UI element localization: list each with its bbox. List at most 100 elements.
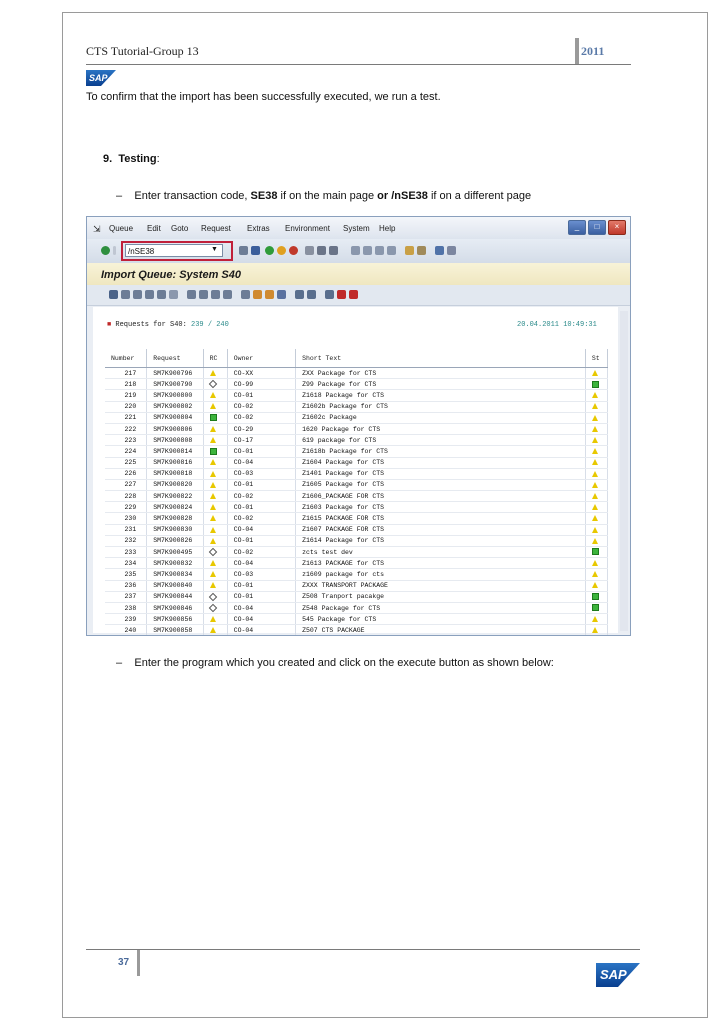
export-icon[interactable] xyxy=(325,290,334,299)
row-rc xyxy=(203,479,228,492)
menu-environment[interactable]: Environment xyxy=(285,224,330,233)
sort-icon[interactable] xyxy=(157,290,166,299)
menu-goto[interactable]: Goto xyxy=(171,224,188,233)
pdf-icon[interactable] xyxy=(349,290,358,299)
back-nav-icon[interactable] xyxy=(265,246,274,255)
list-icon[interactable] xyxy=(295,290,304,299)
enter-icon[interactable] xyxy=(101,246,110,255)
layout-menu-icon[interactable] xyxy=(447,246,456,255)
last-page-icon[interactable] xyxy=(387,246,396,255)
import-icon[interactable] xyxy=(187,290,196,299)
col-request[interactable]: Request xyxy=(146,349,204,368)
table-row[interactable]: 222 SM7K900806 CO-29 1620 Package for CTS xyxy=(105,423,609,436)
table-row[interactable]: 227 SM7K900820 CO-01 Z1605 Package for CTS xyxy=(105,479,609,492)
table-row[interactable]: 223 SM7K900808 CO-17 619 package for CTS xyxy=(105,434,609,447)
previous-page-icon[interactable] xyxy=(363,246,372,255)
lock-icon[interactable] xyxy=(241,290,250,299)
warning-icon xyxy=(591,425,598,432)
find-icon[interactable] xyxy=(317,246,326,255)
truck-icon[interactable] xyxy=(253,290,262,299)
warning-icon xyxy=(591,571,598,578)
table-row[interactable]: 237 SM7K900844 CO-01 Z508 Tranport pacakge xyxy=(105,591,609,603)
zoom-icon[interactable] xyxy=(145,290,154,299)
table-row[interactable]: 240 SM7K900858 CO-04 Z507 CTS PACKAGE xyxy=(105,624,609,635)
logs-icon[interactable] xyxy=(211,290,220,299)
menu-queue[interactable]: Queue xyxy=(109,224,133,233)
table-row[interactable]: 231 SM7K900830 CO-04 Z1607 PACKAGE FOR CTS xyxy=(105,524,609,536)
table-row[interactable]: 225 SM7K900816 CO-04 Z1604 Package for CTS xyxy=(105,457,609,469)
find-next-icon[interactable] xyxy=(329,246,338,255)
row-rc xyxy=(203,591,228,603)
table-row[interactable]: 224 SM7K900814 CO-01 Z1618b Package for CTS xyxy=(105,445,609,458)
menu-exit-icon[interactable]: ⇲ xyxy=(93,224,101,235)
save-icon[interactable] xyxy=(251,246,260,255)
table-row[interactable]: 235 SM7K900834 CO-03 z1609 package for cts xyxy=(105,568,609,581)
help-icon[interactable] xyxy=(435,246,444,255)
table-row[interactable]: 217 SM7K900796 CO-XX ZXX Package for CTS xyxy=(105,367,609,380)
row-request: SM7K900818 xyxy=(146,468,204,480)
menu-request[interactable]: Request xyxy=(201,224,231,233)
row-request: SM7K900828 xyxy=(146,512,204,525)
col-short-text[interactable]: Short Text xyxy=(295,349,586,368)
menu-system[interactable]: System xyxy=(343,224,370,233)
details-icon[interactable] xyxy=(199,290,208,299)
close-icon[interactable]: × xyxy=(608,220,626,235)
table-row[interactable]: 233 SM7K900495 CO-02 zcts test dev xyxy=(105,546,609,559)
table-row[interactable]: 239 SM7K900856 CO-04 545 Package for CTS xyxy=(105,613,609,626)
row-request: SM7K900804 xyxy=(146,412,204,424)
table-row[interactable]: 226 SM7K900818 CO-03 Z1401 Package for CTS xyxy=(105,468,609,480)
row-number: 234 xyxy=(105,557,148,570)
exit-icon[interactable] xyxy=(277,246,286,255)
table-row[interactable]: 221 SM7K900804 CO-02 Z1602c Package xyxy=(105,412,609,424)
col-number[interactable]: Number xyxy=(105,349,148,368)
table-row[interactable]: 220 SM7K900802 CO-02 Z1602b Package for CTS xyxy=(105,401,609,413)
warning-icon xyxy=(591,414,598,421)
shortcut-icon[interactable] xyxy=(417,246,426,255)
warning-icon xyxy=(591,481,598,488)
new-session-icon[interactable] xyxy=(405,246,414,255)
col-owner[interactable]: Owner xyxy=(227,349,297,368)
truck-all-icon[interactable] xyxy=(265,290,274,299)
refresh-icon[interactable] xyxy=(109,290,118,299)
row-status xyxy=(585,602,609,615)
row-rc xyxy=(203,568,228,581)
table-row[interactable]: 232 SM7K900826 CO-01 Z1614 Package for CTS xyxy=(105,535,609,548)
maximize-icon[interactable]: □ xyxy=(588,220,606,235)
minimize-icon[interactable]: _ xyxy=(568,220,586,235)
menu-edit[interactable]: Edit xyxy=(147,224,161,233)
next-page-icon[interactable] xyxy=(375,246,384,255)
table-row[interactable]: 236 SM7K900840 CO-01 ZXXX TRANSPORT PACKAGE xyxy=(105,580,609,592)
row-request: SM7K900824 xyxy=(146,501,204,514)
vertical-scrollbar[interactable] xyxy=(620,311,628,631)
warning-icon xyxy=(591,616,598,622)
menu-extras[interactable]: Extras xyxy=(247,224,270,233)
transport-icon[interactable] xyxy=(169,290,178,299)
bullet-text: if on a different page xyxy=(427,190,532,202)
row-short-text: Z1605 Package for CTS xyxy=(295,479,586,492)
table-header-row: Number Request RC Owner Short Text St xyxy=(105,349,609,368)
col-status[interactable]: St xyxy=(585,349,609,368)
menu-help[interactable]: Help xyxy=(379,224,395,233)
success-icon xyxy=(591,548,599,556)
row-status xyxy=(585,378,609,391)
print-icon[interactable] xyxy=(121,290,130,299)
alert-icon[interactable] xyxy=(337,290,346,299)
table-row[interactable]: 230 SM7K900828 CO-02 Z1615 PACKAGE FOR CTS xyxy=(105,512,609,525)
cancel-icon[interactable] xyxy=(289,246,298,255)
col-rc[interactable]: RC xyxy=(203,349,228,368)
row-short-text: Z1401 Package for CTS xyxy=(295,468,586,480)
back-icon[interactable] xyxy=(239,246,248,255)
print-icon[interactable] xyxy=(305,246,314,255)
first-page-icon[interactable] xyxy=(351,246,360,255)
table-row[interactable]: 218 SM7K900790 CO-99 Z99 Package for CTS xyxy=(105,378,609,391)
table-row[interactable]: 228 SM7K900822 CO-02 Z1606_PACKAGE FOR CTS xyxy=(105,490,609,503)
table-row[interactable]: 219 SM7K900800 CO-01 Z1618 Package for CTS xyxy=(105,389,609,402)
row-number: 232 xyxy=(105,535,148,548)
table-row[interactable]: 234 SM7K900832 CO-04 Z1613 PACKAGE for CTS xyxy=(105,557,609,570)
table-icon[interactable] xyxy=(307,290,316,299)
table-row[interactable]: 238 SM7K900846 CO-04 Z548 Package for CTS xyxy=(105,602,609,615)
history-icon[interactable] xyxy=(223,290,232,299)
queue-icon[interactable] xyxy=(277,290,286,299)
filter-icon[interactable] xyxy=(133,290,142,299)
table-row[interactable]: 229 SM7K900824 CO-01 Z1603 Package for CTS xyxy=(105,501,609,514)
